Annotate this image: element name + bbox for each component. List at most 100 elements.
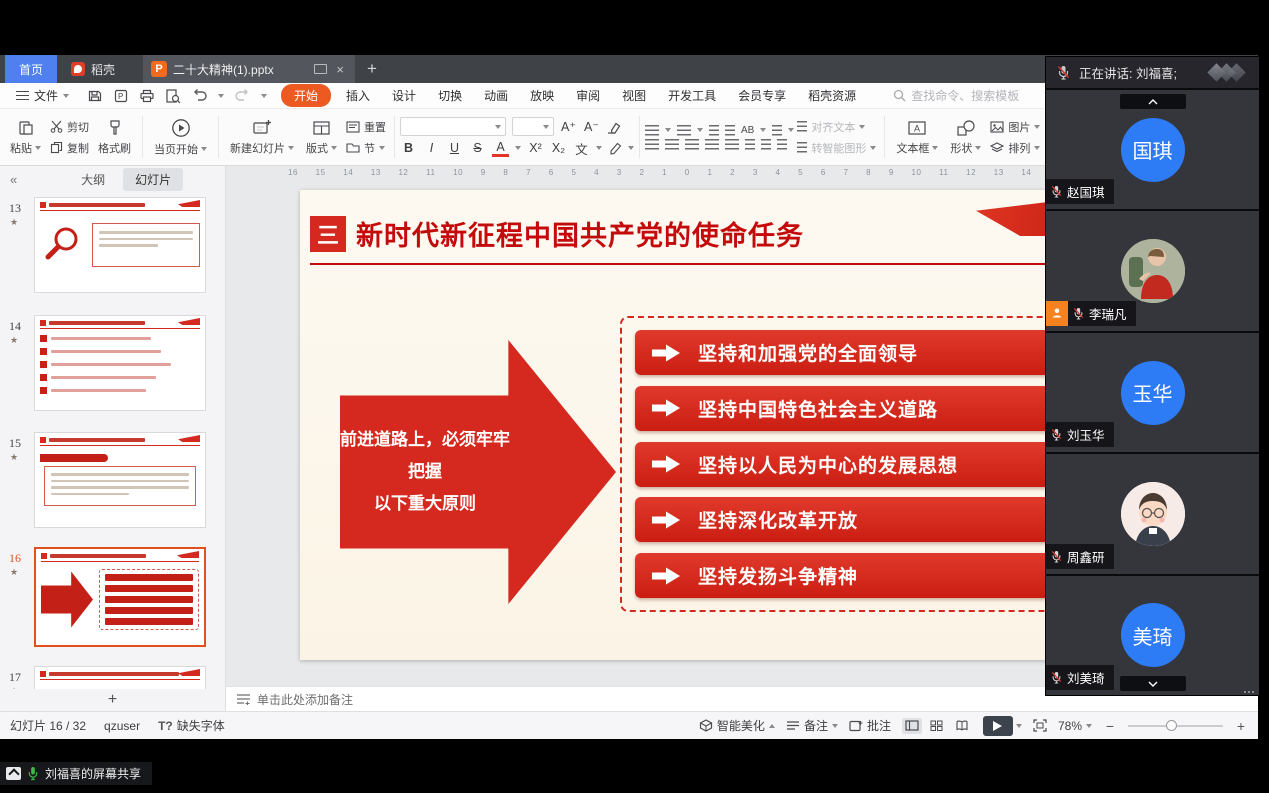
underline-button[interactable]: U <box>446 139 463 157</box>
panel-resize-grip[interactable] <box>1244 691 1254 693</box>
align-right-button[interactable] <box>685 139 699 150</box>
play-from-current-button[interactable]: 当页开始 <box>148 116 213 159</box>
save-icon[interactable] <box>87 88 103 104</box>
zoom-slider[interactable] <box>1128 725 1223 727</box>
italic-button[interactable]: I <box>423 139 440 157</box>
list-style-2-button[interactable] <box>761 139 771 150</box>
principle-bar[interactable]: 坚持发扬斗争精神 <box>635 553 1087 598</box>
zoom-in-button[interactable]: + <box>1234 718 1248 734</box>
menu-tab-design[interactable]: 设计 <box>381 87 427 104</box>
slide-16-preview[interactable] <box>34 547 206 647</box>
undo-icon[interactable] <box>191 88 208 103</box>
highlight-pen-icon[interactable] <box>608 142 622 155</box>
command-search[interactable]: 查找命令、搜索模板 <box>893 87 1019 104</box>
menu-tab-start[interactable]: 开始 <box>281 84 331 107</box>
decrease-indent-button[interactable] <box>709 125 719 136</box>
slide-sorter-view-button[interactable] <box>927 718 947 734</box>
participant-tile[interactable]: 李瑞凡 <box>1046 211 1259 332</box>
tab-home[interactable]: 首页 <box>5 55 57 83</box>
principle-bar[interactable]: 坚持深化改革开放 <box>635 497 1087 542</box>
menu-tab-transition[interactable]: 切换 <box>427 87 473 104</box>
arrange-button[interactable]: 排列 <box>987 139 1043 157</box>
participant-tile[interactable]: 玉华 刘玉华 <box>1046 333 1259 454</box>
notes-toggle-button[interactable]: 备注 <box>786 717 838 734</box>
increase-indent-button[interactable] <box>725 125 735 136</box>
add-slide-button[interactable]: + <box>108 691 117 709</box>
bold-button[interactable]: B <box>400 139 417 157</box>
tab-docer[interactable]: 稻壳 <box>57 55 129 83</box>
align-text-button[interactable]: 对齐文本 <box>794 118 879 136</box>
new-tab-button[interactable]: + <box>367 59 377 79</box>
cut-button[interactable]: 剪切 <box>47 118 92 136</box>
section-button[interactable]: 节 <box>343 139 389 157</box>
comments-button[interactable]: 批注 <box>849 717 891 734</box>
text-box-button[interactable]: A 文本框 <box>890 117 944 158</box>
principle-bar[interactable]: 坚持中国特色社会主义道路 <box>635 386 1087 431</box>
font-color-dropdown-icon[interactable] <box>515 146 521 150</box>
print-icon[interactable] <box>139 88 155 104</box>
menu-tab-animation[interactable]: 动画 <box>473 87 519 104</box>
justify-button[interactable] <box>705 139 719 150</box>
reset-button[interactable]: 重置 <box>343 118 389 136</box>
font-color-button[interactable]: A <box>492 139 509 157</box>
text-direction-button[interactable]: AB <box>741 125 766 136</box>
fit-window-icon[interactable] <box>1033 719 1047 732</box>
toolbar-options-icon[interactable] <box>261 94 267 98</box>
slide-14-preview[interactable] <box>34 315 206 411</box>
redo-icon[interactable] <box>234 88 251 103</box>
play-options-icon[interactable] <box>1016 724 1022 728</box>
undo-dropdown-icon[interactable] <box>218 94 224 98</box>
text-effect-button[interactable]: 文 <box>573 139 590 157</box>
subscript-button[interactable]: X₂ <box>550 139 567 157</box>
to-smartart-button[interactable]: 转智能图形 <box>794 139 879 157</box>
list-style-1-button[interactable] <box>745 139 755 150</box>
grow-font-button[interactable]: A⁺ <box>560 118 577 136</box>
menu-tab-view[interactable]: 视图 <box>611 87 657 104</box>
highlight-dropdown-icon[interactable] <box>628 146 634 150</box>
paste-button[interactable]: 粘贴 <box>4 117 47 158</box>
screen-share-indicator[interactable]: 刘福喜的屏幕共享 <box>0 762 152 785</box>
zoom-out-button[interactable]: − <box>1103 718 1117 734</box>
format-painter-button[interactable]: 格式刷 <box>92 117 137 158</box>
distribute-button[interactable] <box>725 139 739 150</box>
print-preview-icon[interactable] <box>165 88 181 104</box>
copy-button[interactable]: 复制 <box>47 139 92 157</box>
slide-15-preview[interactable] <box>34 432 206 528</box>
slide-title-block[interactable]: 三 新时代新征程中国共产党的使命任务 <box>310 214 1136 265</box>
scroll-down-button[interactable] <box>1120 676 1186 691</box>
normal-view-button[interactable] <box>902 718 922 734</box>
tab-monitor-icon[interactable] <box>314 64 327 74</box>
bullets-button[interactable] <box>645 125 671 136</box>
slide-canvas[interactable]: 三 新时代新征程中国共产党的使命任务 前进道路上，必须牢牢把握 以下重大原则 坚… <box>300 190 1136 660</box>
smart-beautify-button[interactable]: 智能美化 <box>699 717 775 734</box>
participant-tile[interactable]: 周鑫研 <box>1046 454 1259 575</box>
file-menu[interactable]: 文件 <box>8 87 77 104</box>
zoom-slider-knob[interactable] <box>1166 720 1177 731</box>
export-pdf-icon[interactable]: P <box>113 88 129 104</box>
clear-format-icon[interactable] <box>606 120 621 134</box>
layout-button[interactable]: 版式 <box>300 117 343 158</box>
text-effect-dropdown-icon[interactable] <box>596 146 602 150</box>
picture-button[interactable]: 图片 <box>987 118 1043 136</box>
menu-tab-insert[interactable]: 插入 <box>335 87 381 104</box>
strikethrough-button[interactable]: S <box>469 139 486 157</box>
meeting-header[interactable]: 正在讲话: 刘福喜; <box>1046 57 1259 90</box>
slideshow-play-button[interactable] <box>983 716 1013 736</box>
menu-tab-member[interactable]: 会员专享 <box>727 87 797 104</box>
participant-tile[interactable]: 美琦 刘美琦 <box>1046 576 1259 695</box>
principles-box[interactable]: 坚持和加强党的全面领导 坚持中国特色社会主义道路 坚持以人民为中心的发展思想 坚… <box>620 316 1102 612</box>
principle-bar[interactable]: 坚持和加强党的全面领导 <box>635 330 1087 375</box>
list-style-3-button[interactable] <box>777 139 787 150</box>
missing-font-warning[interactable]: T? 缺失字体 <box>158 717 225 734</box>
new-slide-button[interactable]: 新建幻灯片 <box>224 117 300 158</box>
scroll-up-button[interactable] <box>1120 94 1186 109</box>
participant-tile[interactable]: 国琪 赵国琪 <box>1046 90 1259 211</box>
superscript-button[interactable]: X² <box>527 139 544 157</box>
principle-bar[interactable]: 坚持以人民为中心的发展思想 <box>635 442 1087 487</box>
menu-tab-review[interactable]: 审阅 <box>565 87 611 104</box>
tab-outline[interactable]: 大纲 <box>69 168 117 191</box>
font-size-select[interactable] <box>512 117 554 136</box>
menu-tab-docer-res[interactable]: 稻壳资源 <box>797 87 867 104</box>
font-family-select[interactable] <box>400 117 506 136</box>
align-left-button[interactable] <box>645 139 659 150</box>
